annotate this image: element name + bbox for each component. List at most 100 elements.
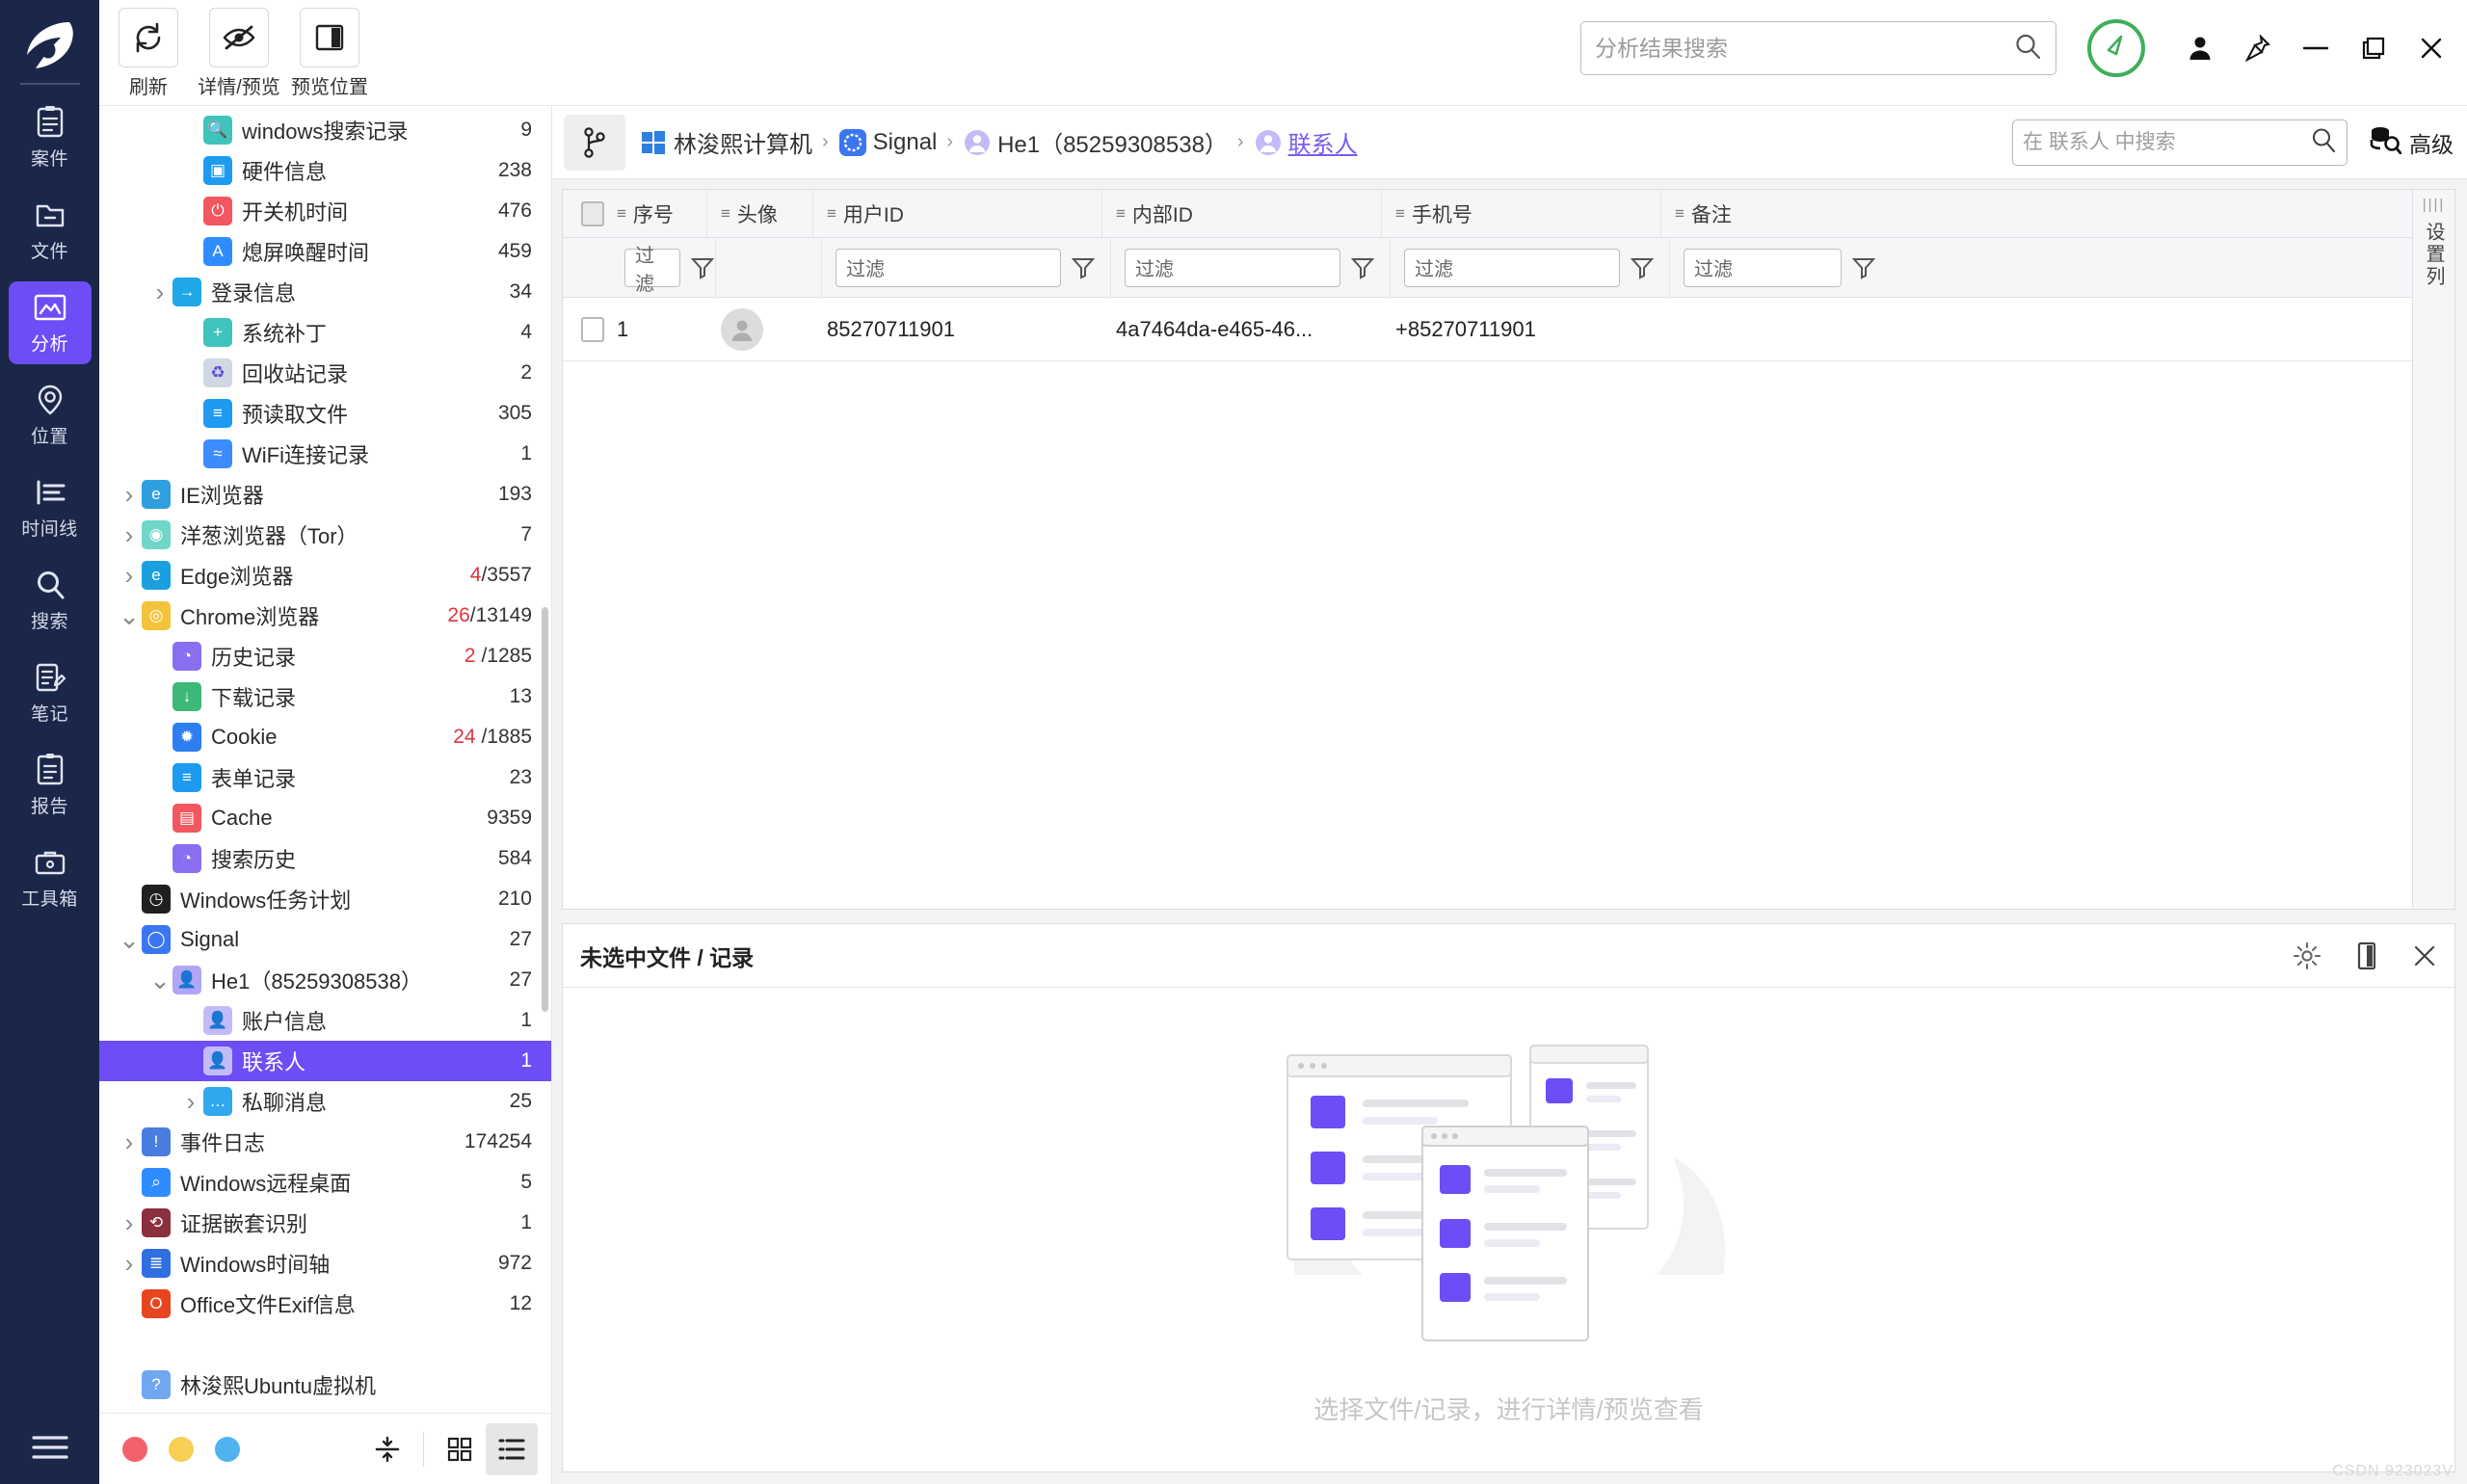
tree-item[interactable]: ≡表单记录23 [99, 757, 551, 798]
column-settings-button[interactable]: |||| 设置列 [2412, 190, 2454, 909]
funnel-icon[interactable] [1630, 255, 1655, 280]
sidebar-item-notes[interactable]: 笔记 [9, 651, 92, 734]
table-filter-cell[interactable]: 过滤 [716, 238, 822, 298]
sidebar-item-search[interactable]: 搜索 [9, 559, 92, 642]
tree-item[interactable]: +系统补丁4 [99, 312, 551, 353]
tree-item[interactable]: ›eIE浏览器193 [99, 474, 551, 515]
tree-scrollbar[interactable] [542, 607, 548, 1012]
column-menu-icon[interactable]: ≡ [827, 204, 836, 224]
sidebar-item-timeline[interactable]: 时间线 [9, 466, 92, 549]
tree-item[interactable]: ›→登录信息34 [99, 272, 551, 312]
tree-item[interactable]: ▣硬件信息238 [99, 150, 551, 191]
table-filter-row[interactable]: 过滤过滤过滤过滤过滤过滤 [563, 238, 2454, 298]
tree-item[interactable]: ✹Cookie24 /1885 [99, 717, 551, 757]
tree-item[interactable]: ⏻开关机时间476 [99, 191, 551, 231]
chevron-down-icon[interactable]: ⌄ [117, 919, 142, 960]
sidebar-item-analysis[interactable]: 分析 [9, 281, 92, 364]
column-menu-icon[interactable]: ≡ [617, 204, 625, 224]
table-header-cell[interactable]: ≡备注 [1661, 190, 2454, 238]
tree-item[interactable]: ≡预读取文件305 [99, 393, 551, 434]
filter-input[interactable]: 过滤 [836, 249, 1061, 287]
sidebar-item-report[interactable]: 报告 [9, 744, 92, 827]
table-search-input[interactable] [2023, 131, 2310, 154]
tree-item[interactable]: ◷Windows任务计划210 [99, 879, 551, 919]
chevron-right-icon[interactable]: › [117, 555, 142, 596]
analysis-tree[interactable]: 🔍windows搜索记录9▣硬件信息238⏻开关机时间476A熄屏唤醒时间459… [99, 106, 551, 1413]
filter-input[interactable]: 过滤 [624, 249, 680, 287]
chevron-right-icon[interactable]: › [178, 1081, 203, 1122]
breadcrumb-item[interactable]: 林浚熙计算机 [639, 125, 812, 159]
select-all-checkbox[interactable] [576, 201, 609, 226]
filter-input[interactable]: 过滤 [1404, 249, 1620, 287]
tree-item[interactable]: ›eEdge浏览器4/3557 [99, 555, 551, 596]
list-view-icon[interactable] [486, 1423, 538, 1475]
chevron-right-icon[interactable]: › [147, 272, 172, 312]
tree-item[interactable]: ↓下载记录13 [99, 676, 551, 717]
chevron-down-icon[interactable]: ⌄ [117, 596, 142, 636]
column-menu-icon[interactable]: ≡ [1675, 204, 1684, 224]
funnel-icon[interactable] [1851, 255, 1876, 280]
row-checkbox[interactable] [576, 317, 609, 342]
table-body[interactable]: 1852707119014a7464da-e465-46...+85270711… [563, 298, 2454, 909]
hamburger-menu-icon[interactable] [0, 1432, 99, 1463]
column-menu-icon[interactable]: ≡ [1395, 204, 1404, 224]
search-icon[interactable] [2310, 126, 2337, 158]
tree-item[interactable]: ⌄◯Signal27 [99, 919, 551, 960]
advanced-search-button[interactable]: 高级 [2369, 125, 2454, 160]
tree-item[interactable]: ?林浚熙Ubuntu虚拟机 [99, 1365, 551, 1405]
tree-item[interactable]: ◔搜索历史584 [99, 838, 551, 879]
table-filter-cell[interactable]: 过滤 [1670, 238, 2454, 298]
column-menu-icon[interactable]: ≡ [721, 204, 729, 224]
table-filter-cell[interactable]: 过滤 [563, 238, 716, 298]
globe-shield-icon[interactable] [2087, 19, 2145, 77]
panel-layout-icon[interactable] [2354, 941, 2379, 970]
refresh-button[interactable]: 刷新 [117, 8, 180, 99]
table-header-cell[interactable]: ≡序号 [563, 190, 707, 238]
grid-view-icon[interactable] [434, 1423, 486, 1475]
table-header-cell[interactable]: ≡用户ID [813, 190, 1102, 238]
funnel-icon[interactable] [690, 255, 715, 280]
tree-item[interactable]: ›…私聊消息25 [99, 1081, 551, 1122]
tree-item[interactable]: ≈WiFi连接记录1 [99, 434, 551, 474]
preview-position-button[interactable]: 预览位置 [298, 8, 361, 99]
chevron-right-icon[interactable]: › [117, 474, 142, 515]
table-row[interactable]: 1852707119014a7464da-e465-46...+85270711… [563, 298, 2454, 361]
branch-icon[interactable] [564, 115, 625, 171]
tree-item[interactable]: 👤联系人1 [99, 1041, 551, 1081]
close-icon[interactable] [2417, 34, 2446, 63]
table-filter-cell[interactable]: 过滤 [822, 238, 1111, 298]
chevron-down-icon[interactable]: ⌄ [147, 960, 172, 1000]
collapse-all-icon[interactable] [361, 1423, 413, 1475]
sidebar-item-case[interactable]: 案件 [9, 96, 92, 179]
analysis-search-box[interactable] [1580, 21, 2056, 75]
tree-item[interactable]: ◔历史记录2 /1285 [99, 636, 551, 676]
breadcrumb[interactable]: 林浚熙计算机›Signal›He1（85259308538）›联系人 [639, 125, 1358, 159]
user-icon[interactable] [2186, 34, 2215, 63]
chevron-right-icon[interactable]: › [117, 515, 142, 555]
filter-input[interactable]: 过滤 [1684, 249, 1842, 287]
tree-item[interactable]: ›!事件日志174254 [99, 1122, 551, 1162]
breadcrumb-item[interactable]: 联系人 [1254, 125, 1358, 159]
tree-item[interactable]: ›⟲证据嵌套识别1 [99, 1203, 551, 1243]
sidebar-item-location[interactable]: 位置 [9, 374, 92, 457]
maximize-icon[interactable] [2359, 34, 2388, 63]
tree-item[interactable]: ⌄👤He1（85259308538）27 [99, 960, 551, 1000]
chevron-right-icon[interactable]: › [117, 1203, 142, 1243]
tree-item[interactable]: ⌕Windows远程桌面5 [99, 1162, 551, 1203]
table-header-cell[interactable]: ≡手机号 [1382, 190, 1661, 238]
tree-item[interactable]: A熄屏唤醒时间459 [99, 231, 551, 272]
filter-input[interactable]: 过滤 [1125, 249, 1340, 287]
breadcrumb-item[interactable]: Signal [838, 128, 938, 157]
tree-item[interactable]: ›≣Windows时间轴972 [99, 1243, 551, 1284]
search-input[interactable] [1595, 36, 2013, 62]
gear-icon[interactable] [2293, 941, 2321, 970]
close-icon[interactable] [2412, 943, 2437, 968]
funnel-icon[interactable] [1071, 255, 1096, 280]
sidebar-item-toolbox[interactable]: 工具箱 [9, 836, 92, 919]
pin-icon[interactable] [2243, 34, 2272, 63]
funnel-icon[interactable] [1350, 255, 1375, 280]
table-search-box[interactable] [2012, 119, 2348, 166]
search-icon[interactable] [2013, 32, 2042, 66]
tree-item[interactable]: 👤账户信息1 [99, 1000, 551, 1041]
tree-item[interactable]: ›◉洋葱浏览器（Tor）7 [99, 515, 551, 555]
